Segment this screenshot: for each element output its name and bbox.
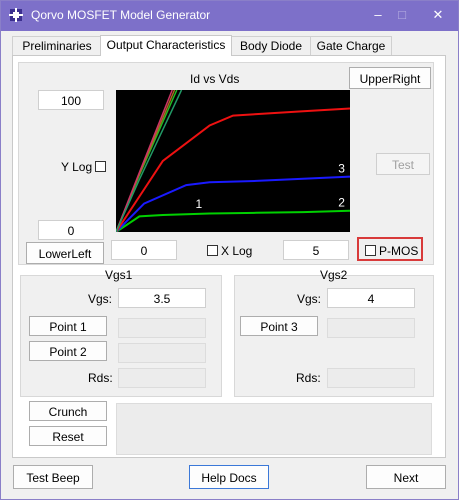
test-beep-button[interactable]: Test Beep [13, 465, 93, 489]
next-button[interactable]: Next [366, 465, 446, 489]
lower-left-button[interactable]: LowerLeft [26, 242, 104, 264]
tab-gate-charge[interactable]: Gate Charge [310, 36, 392, 55]
minimize-icon[interactable]: – [367, 4, 389, 26]
tab-body-diode[interactable]: Body Diode [231, 36, 311, 55]
vgs2-title: Vgs2 [320, 268, 348, 282]
vgs1-title: Vgs1 [105, 268, 133, 282]
vgs1-vgs-label: Vgs: [88, 292, 113, 306]
series-line-2 [116, 175, 350, 232]
close-icon[interactable]: ✕ [427, 4, 449, 26]
vgs2-rds-label: Rds: [296, 371, 321, 385]
point-2-button[interactable]: Point 2 [29, 341, 107, 361]
point-2-value [118, 343, 206, 363]
x-log-label: X Log [221, 244, 253, 258]
vgs2-vgs-label: Vgs: [297, 292, 322, 306]
tab-label: Output Characteristics [106, 38, 226, 52]
y-log-checkbox[interactable]: Y Log [61, 160, 109, 174]
chart-title: Id vs Vds [190, 72, 240, 86]
upper-right-button[interactable]: UpperRight [349, 67, 431, 89]
point-3-button[interactable]: Point 3 [240, 316, 318, 336]
app-icon [9, 8, 23, 22]
test-button[interactable]: Test [376, 153, 430, 175]
reset-button[interactable]: Reset [29, 426, 107, 446]
tab-label: Preliminaries [22, 39, 92, 53]
y-max-field[interactable]: 100 [38, 90, 104, 110]
point-1-button[interactable]: Point 1 [29, 316, 107, 336]
curve-label-3: 3 [338, 161, 345, 175]
curve-label-2: 2 [338, 195, 345, 209]
id-vds-plot: 1 2 3 [116, 90, 350, 232]
point-3-value [327, 318, 415, 338]
pmos-highlight-box [357, 237, 423, 261]
series-line-7 [116, 90, 183, 232]
tab-label: Gate Charge [316, 39, 386, 53]
y-log-label: Y Log [61, 160, 93, 174]
plot-canvas: 1 2 3 [116, 90, 350, 232]
vgs1-rds-value [118, 368, 206, 388]
x-min-field[interactable]: 0 [111, 240, 177, 260]
vgs2-rds-value [327, 368, 415, 388]
x-max-field[interactable]: 5 [283, 240, 349, 260]
tab-output-characteristics[interactable]: Output Characteristics [100, 35, 232, 56]
results-area [116, 403, 432, 455]
help-docs-button[interactable]: Help Docs [189, 465, 269, 489]
y-log-checkbox-box[interactable] [95, 161, 107, 172]
vgs2-vgs-input[interactable]: 4 [327, 288, 415, 308]
x-log-checkbox-box[interactable] [207, 245, 218, 256]
vgs1-vgs-input[interactable]: 3.5 [118, 288, 206, 308]
window-title: Qorvo MOSFET Model Generator [31, 8, 211, 22]
y-min-field[interactable]: 0 [38, 220, 104, 240]
title-bar: Qorvo MOSFET Model Generator – □ ✕ [1, 1, 458, 31]
tab-label: Body Diode [239, 39, 303, 53]
maximize-icon[interactable]: □ [391, 4, 413, 26]
tab-preliminaries[interactable]: Preliminaries [12, 36, 102, 55]
point-1-value [118, 318, 206, 338]
x-log-checkbox[interactable]: X Log [204, 244, 252, 258]
curve-label-1: 1 [196, 197, 203, 211]
series-line-1 [116, 209, 350, 232]
crunch-button[interactable]: Crunch [29, 401, 107, 421]
vgs1-rds-label: Rds: [88, 371, 113, 385]
